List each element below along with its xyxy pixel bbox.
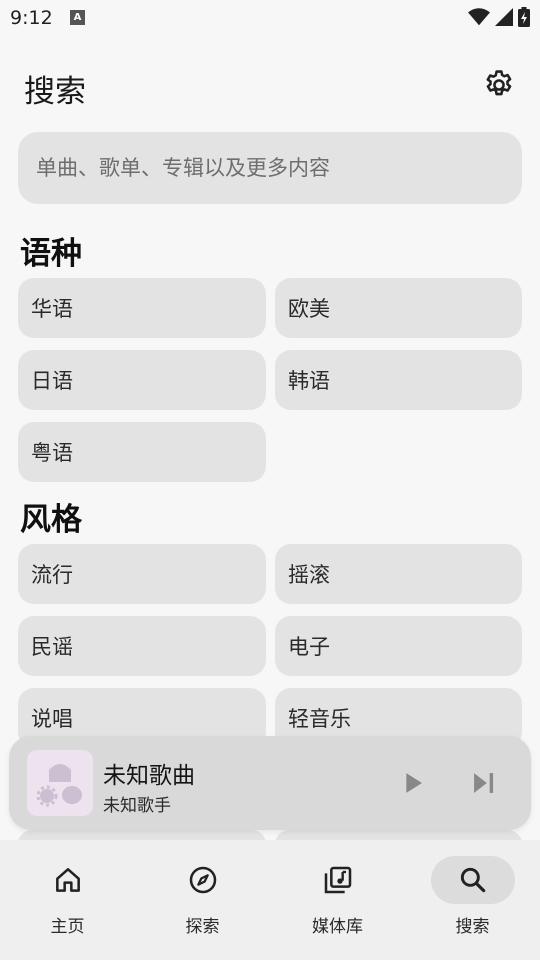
bottom-nav: 主页 探索 媒体库 搜索 [0,840,540,960]
section-title-language: 语种 [20,236,82,272]
chip-label: 粤语 [31,441,73,465]
chip-korean[interactable]: 韩语 [275,350,522,410]
chip-pop[interactable]: 流行 [18,544,266,604]
chip-label: 轻音乐 [288,707,351,731]
search-input[interactable] [36,132,506,204]
gear-icon [486,70,512,96]
chip-folk[interactable]: 民谣 [18,616,266,676]
chip-electronic[interactable]: 电子 [275,616,522,676]
status-time: 9:12 [10,7,53,29]
mini-player[interactable]: 未知歌曲 未知歌手 [9,736,531,830]
chip-label: 欧美 [288,297,330,321]
nav-label: 探索 [185,917,220,937]
header: 搜索 [0,60,540,112]
chip-japanese[interactable]: 日语 [18,350,266,410]
chip-label: 摇滚 [288,563,330,587]
chip-label: 民谣 [31,635,73,659]
battery-icon [518,7,530,27]
nav-item-search[interactable]: 搜索 [405,840,540,960]
settings-button[interactable] [482,68,516,102]
library-music-icon [324,866,351,894]
section-title-genre: 风格 [20,502,82,538]
chip-rock[interactable]: 摇滚 [275,544,522,604]
chip-label: 电子 [288,635,330,659]
wifi-icon [468,8,490,26]
skip-next-icon [474,773,494,793]
nav-item-library[interactable]: 媒体库 [270,840,405,960]
nav-item-home[interactable]: 主页 [0,840,135,960]
nav-label: 主页 [50,917,85,937]
nav-item-explore[interactable]: 探索 [135,840,270,960]
chip-label: 韩语 [288,369,330,393]
album-placeholder-icon [36,764,82,807]
song-title: 未知歌曲 [103,763,195,789]
chip-cantonese[interactable]: 粤语 [18,422,266,482]
play-button[interactable] [395,766,429,800]
chip-western[interactable]: 欧美 [275,278,522,338]
compass-icon [189,866,216,894]
home-icon [55,868,80,892]
album-art [27,750,93,816]
notification-icon: A [70,10,85,25]
search-box[interactable] [18,132,522,204]
chip-label: 说唱 [31,707,73,731]
status-icons [468,7,530,27]
chip-mandarin[interactable]: 华语 [18,278,266,338]
song-artist: 未知歌手 [103,796,171,816]
chip-label: 日语 [31,369,73,393]
nav-label: 媒体库 [312,917,363,937]
chip-label: 华语 [31,297,73,321]
chip-label: 流行 [31,563,73,587]
nav-label: 搜索 [455,917,490,937]
play-icon [406,773,422,793]
next-button[interactable] [467,766,501,800]
search-icon [460,867,485,893]
status-bar: 9:12 A [0,0,540,36]
signal-icon [495,8,513,26]
page-title: 搜索 [24,74,86,110]
